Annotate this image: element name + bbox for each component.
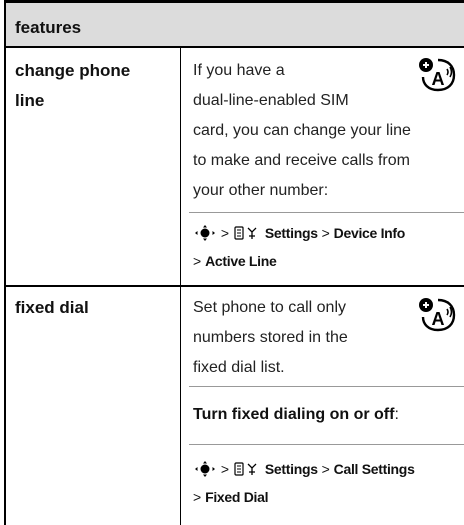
feature-description: If you have a dual-line-enabled SIM	[193, 56, 401, 116]
row-divider	[6, 285, 464, 287]
settings-icon	[234, 226, 257, 240]
features-table: features change phone line If you have a…	[4, 0, 464, 525]
feature-description-cont: card, you can change your line to make a…	[193, 116, 455, 206]
feature-emphasis: Turn fixed dialing on or off:	[193, 400, 455, 430]
header-label: features	[15, 18, 82, 37]
feature-name: change phone line	[15, 56, 130, 116]
emphasis-suffix: :	[394, 406, 399, 423]
cell-divider	[189, 444, 464, 445]
description-line: Set phone to call only	[193, 299, 346, 316]
path-separator: >	[321, 225, 330, 241]
path-device-info: Device Info	[333, 225, 406, 241]
path-separator: >	[193, 253, 202, 269]
settings-icon	[234, 462, 257, 476]
feature-name-line: line	[15, 91, 45, 110]
description-line: your other number:	[193, 182, 329, 199]
path-separator: >	[220, 461, 230, 477]
table-header: features	[6, 0, 464, 48]
path-settings: Settings	[264, 225, 318, 241]
path-call-settings: Call Settings	[333, 461, 415, 477]
description-line: to make and receive calls from	[193, 152, 410, 169]
network-dependent-feature-icon: A	[419, 58, 456, 92]
description-line: numbers stored in the	[193, 329, 348, 346]
nav-key-icon	[193, 222, 217, 241]
column-divider	[180, 48, 181, 525]
emphasis-text: Turn fixed dialing on or off	[193, 406, 395, 423]
menu-path: > Settings > Device Info > Active Line	[193, 219, 458, 275]
description-line: dual-line-enabled SIM	[193, 92, 349, 109]
path-separator: >	[220, 225, 230, 241]
description-line: If you have a	[193, 62, 285, 79]
path-separator: >	[193, 489, 202, 505]
path-separator: >	[321, 461, 330, 477]
feature-name: fixed dial	[15, 293, 89, 323]
path-fixed-dial: Fixed Dial	[205, 489, 269, 505]
svg-text:A: A	[432, 69, 445, 89]
feature-description: Set phone to call only numbers stored in…	[193, 293, 401, 383]
network-dependent-feature-icon: A	[419, 298, 456, 332]
cell-divider	[189, 212, 464, 213]
description-line: fixed dial list.	[193, 359, 285, 376]
description-line: card, you can change your line	[193, 122, 411, 139]
nav-key-icon	[193, 458, 217, 477]
feature-name-line: fixed dial	[15, 298, 89, 317]
cell-divider	[189, 386, 464, 387]
svg-text:A: A	[432, 309, 445, 329]
menu-path: > Settings > Call Settings > Fixed Dial	[193, 455, 458, 511]
path-active-line: Active Line	[205, 253, 277, 269]
path-settings: Settings	[264, 461, 318, 477]
feature-name-line: change phone	[15, 61, 131, 80]
